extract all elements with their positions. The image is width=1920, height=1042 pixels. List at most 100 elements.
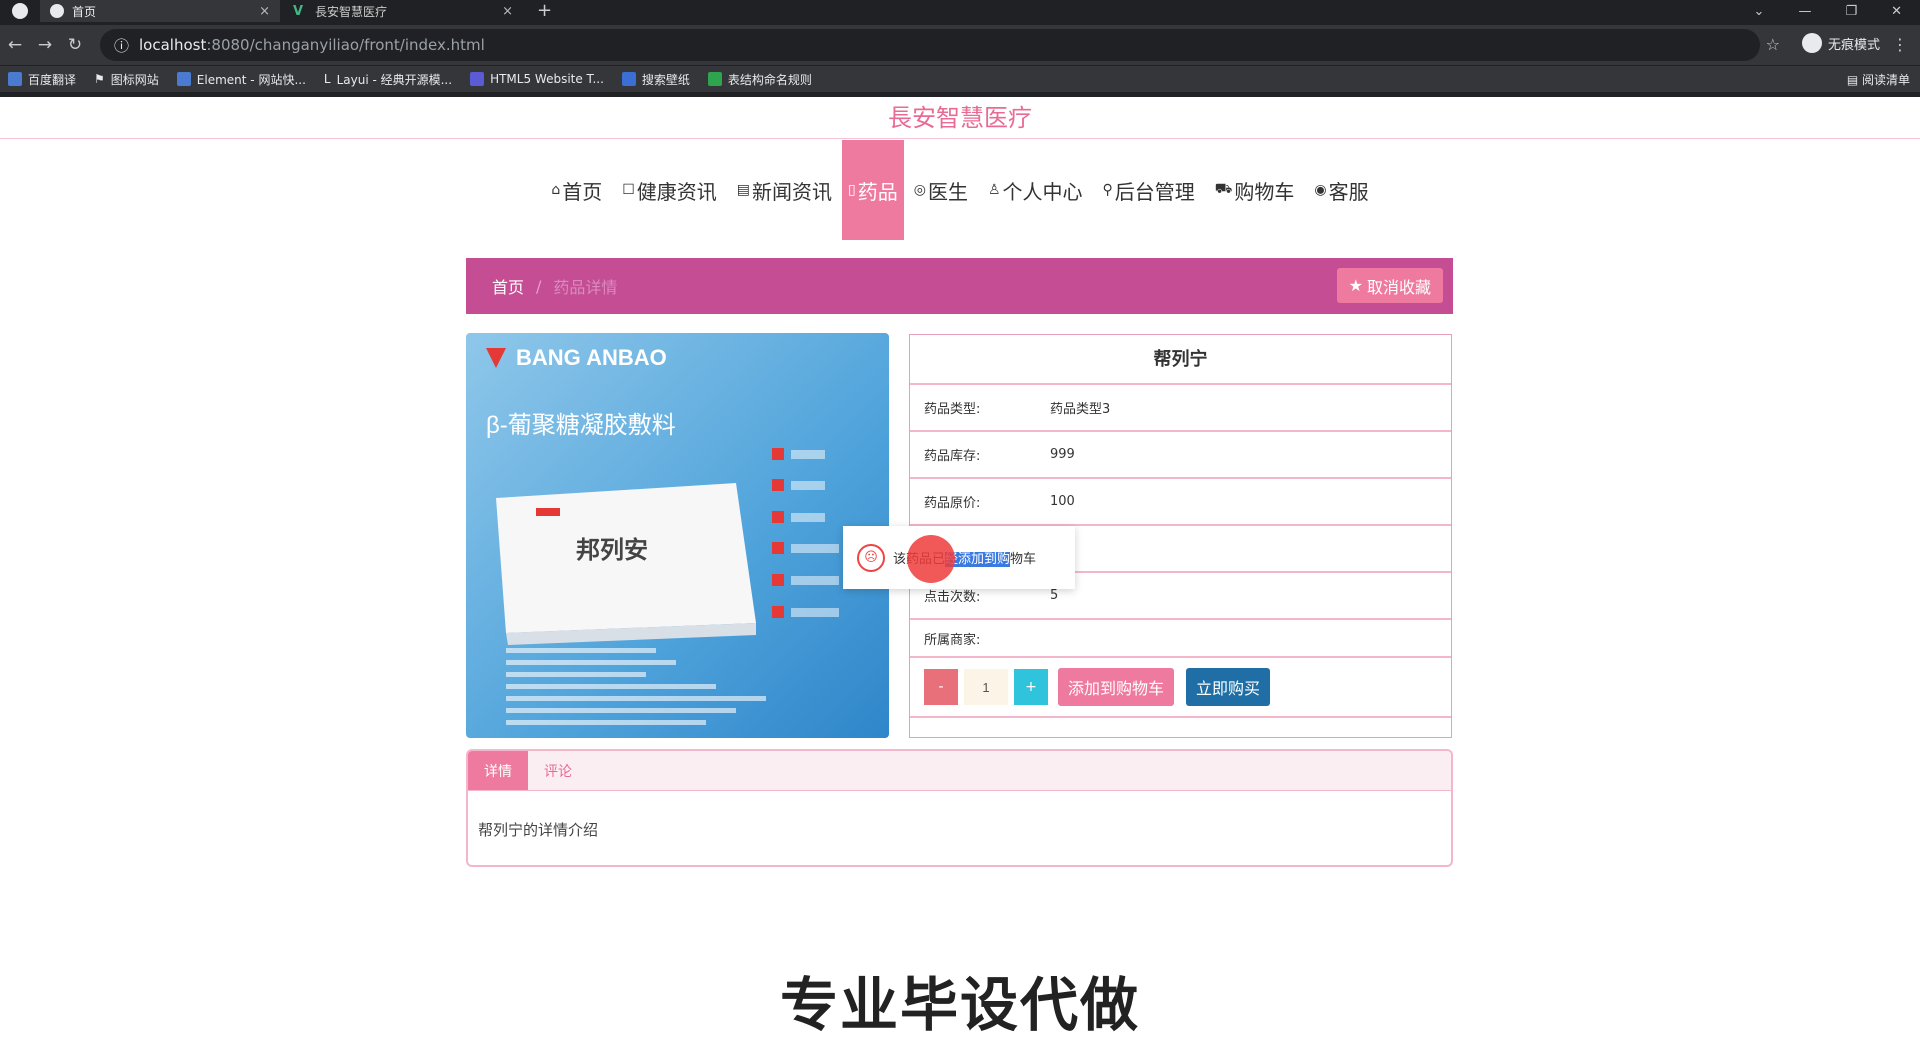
link-icon: ⚲ xyxy=(1102,182,1113,198)
nav-item-health-news[interactable]: ☐ 健康资讯 xyxy=(612,140,727,240)
info-row-price: 药品原价: 100 xyxy=(910,479,1451,526)
nav-label: 新闻资讯 xyxy=(752,179,833,204)
chrome-icon xyxy=(12,3,28,19)
nav-label: 健康资讯 xyxy=(636,179,717,204)
quantity-input[interactable] xyxy=(964,669,1008,705)
bookmark-icon xyxy=(8,72,22,86)
quantity-increase-button[interactable]: + xyxy=(1014,669,1048,705)
bookmark-item[interactable]: Element - 网站快... xyxy=(176,71,306,88)
row-label: 药品库存: xyxy=(924,449,981,464)
medicine-icon: ▯ xyxy=(848,182,856,198)
url-input[interactable]: ⓘ localhost:8080/changanyiliao/front/ind… xyxy=(100,29,1760,61)
close-window-icon[interactable]: ✕ xyxy=(1891,4,1902,19)
nav-item-admin[interactable]: ⚲ 后台管理 xyxy=(1093,140,1205,240)
product-image: BANG ANBAO β-葡聚糖凝胶敷料 邦列安 xyxy=(466,333,889,738)
bookmark-item[interactable]: 搜索壁纸 xyxy=(621,71,690,88)
new-tab-button[interactable]: + xyxy=(537,0,552,21)
buy-now-button[interactable]: 立即购买 xyxy=(1186,668,1271,706)
bookmark-item[interactable]: 表结构命名规则 xyxy=(707,71,812,88)
close-tab-icon[interactable]: × xyxy=(502,4,513,19)
nav-label: 首页 xyxy=(562,179,603,204)
product-name: 帮列宁 xyxy=(910,335,1451,385)
minimize-icon[interactable]: — xyxy=(1798,4,1811,19)
layui-icon: ꓡ xyxy=(323,72,331,86)
detail-tabs: 详情 评论 帮列宁的详情介绍 xyxy=(466,749,1453,867)
browser-tab-home[interactable]: 首页 × xyxy=(40,0,280,22)
bookmark-label: 表结构命名规则 xyxy=(727,72,812,87)
info-row-merchant: 所属商家: xyxy=(910,620,1451,658)
reload-icon[interactable]: ↻ xyxy=(60,35,90,55)
nav-item-home[interactable]: ⌂ 首页 xyxy=(541,140,612,240)
unfavorite-button[interactable]: ★ 取消收藏 xyxy=(1336,268,1443,303)
tab-search-icon[interactable]: ⌄ xyxy=(1754,4,1765,19)
nav-item-service[interactable]: ◉ 客服 xyxy=(1304,140,1378,240)
nav-item-profile[interactable]: ♙ 个人中心 xyxy=(978,140,1093,240)
star-icon: ★ xyxy=(1348,276,1363,295)
bookmark-item[interactable]: 百度翻译 xyxy=(8,71,76,88)
profile-label: 无痕模式 xyxy=(1827,37,1880,53)
nav-item-doctor[interactable]: ◎ 医生 xyxy=(904,140,978,240)
tab-bar: 首页 × V 長安智慧医疗 × + ⌄ — ❐ ✕ xyxy=(0,0,1920,22)
url-path: :8080/changanyiliao/front/index.html xyxy=(206,36,485,54)
reading-list[interactable]: ▤ 阅读清单 xyxy=(1847,71,1910,88)
bookmark-item[interactable]: HTML5 Website T... xyxy=(470,72,604,86)
row-label: 药品类型: xyxy=(924,402,981,417)
browser-tab-site[interactable]: V 長安智慧医疗 × xyxy=(283,0,523,22)
nav-label: 客服 xyxy=(1328,179,1369,204)
back-icon[interactable]: ← xyxy=(0,35,30,55)
quantity-decrease-button[interactable]: - xyxy=(924,669,958,705)
breadcrumb-current: 药品详情 xyxy=(553,278,618,297)
bookmark-star-icon[interactable]: ☆ xyxy=(1766,35,1780,54)
tab-details[interactable]: 详情 xyxy=(468,751,528,790)
bookmark-label: Element - 网站快... xyxy=(196,72,306,87)
bookmark-item[interactable]: ꓡ Layui - 经典开源模... xyxy=(324,71,452,88)
flag-icon: ⚑ xyxy=(94,72,105,86)
profile-button[interactable]: 无痕模式 xyxy=(1801,33,1880,53)
html5-icon xyxy=(470,72,485,86)
main-nav: ⌂ 首页 ☐ 健康资讯 ▤ 新闻资讯 ▯ 药品 ◎ 医生 ♙ 个人中心 ⚲ 后台管理 ⛟ 购物车… xyxy=(0,140,1920,240)
globe-icon xyxy=(50,4,64,18)
bookmarks-bar: 百度翻译 ⚑ 图标网站 Element - 网站快... ꓡ Layui - 经典开… xyxy=(0,66,1920,92)
tabs-header: 详情 评论 xyxy=(468,751,1451,791)
bookmark-item[interactable]: ⚑ 图标网站 xyxy=(94,71,159,88)
menu-icon[interactable]: ⋮ xyxy=(1892,35,1908,54)
close-tab-icon[interactable]: × xyxy=(259,4,270,19)
row-label: 所属商家: xyxy=(924,632,981,648)
breadcrumb-separator: / xyxy=(536,276,542,296)
image-product-title: β-葡聚糖凝胶敷料 xyxy=(486,412,676,439)
watermark-text: 专业毕设代做 xyxy=(779,971,1140,1039)
image-box-name: 邦列安 xyxy=(576,536,648,564)
element-icon xyxy=(176,72,191,86)
doc-icon: ☐ xyxy=(622,182,635,198)
add-to-cart-button[interactable]: 添加到购物车 xyxy=(1058,668,1175,706)
address-bar: ← → ↻ ⓘ localhost:8080/changanyiliao/fro… xyxy=(0,25,1920,65)
forward-icon[interactable]: → xyxy=(30,35,60,55)
breadcrumb-home[interactable]: 首页 xyxy=(492,274,524,298)
nav-item-news[interactable]: ▤ 新闻资讯 xyxy=(727,140,842,240)
row-label: 药品原价: xyxy=(924,496,981,511)
cart-icon: ⛟ xyxy=(1214,181,1233,197)
unfavorite-label: 取消收藏 xyxy=(1366,277,1431,297)
row-value: 药品类型3 xyxy=(1050,402,1111,417)
nav-item-cart[interactable]: ⛟ 购物车 xyxy=(1205,140,1305,240)
info-icon: ⓘ xyxy=(114,36,130,55)
bookmark-label: 搜索壁纸 xyxy=(641,72,690,87)
wallpaper-icon xyxy=(621,72,636,86)
bookmark-label: 图标网站 xyxy=(110,72,159,87)
tab-title: 首页 xyxy=(72,4,97,19)
details-content: 帮列宁的详情介绍 xyxy=(478,821,599,839)
cursor-highlight xyxy=(907,535,955,583)
row-value: 5 xyxy=(1050,588,1059,603)
tab-comments[interactable]: 评论 xyxy=(528,751,588,790)
news-icon: ▤ xyxy=(736,182,751,198)
nav-label: 后台管理 xyxy=(1114,179,1195,204)
bookmark-label: 百度翻译 xyxy=(28,72,77,87)
tab-title: 長安智慧医疗 xyxy=(315,4,388,19)
restore-icon[interactable]: ❐ xyxy=(1845,4,1857,19)
sheet-icon xyxy=(707,72,722,86)
image-brand: BANG ANBAO xyxy=(516,345,667,370)
vue-icon: V xyxy=(293,4,304,19)
incognito-icon xyxy=(1801,33,1822,53)
nav-item-medicine[interactable]: ▯ 药品 xyxy=(842,140,904,240)
reading-list-label: 阅读清单 xyxy=(1861,73,1910,87)
